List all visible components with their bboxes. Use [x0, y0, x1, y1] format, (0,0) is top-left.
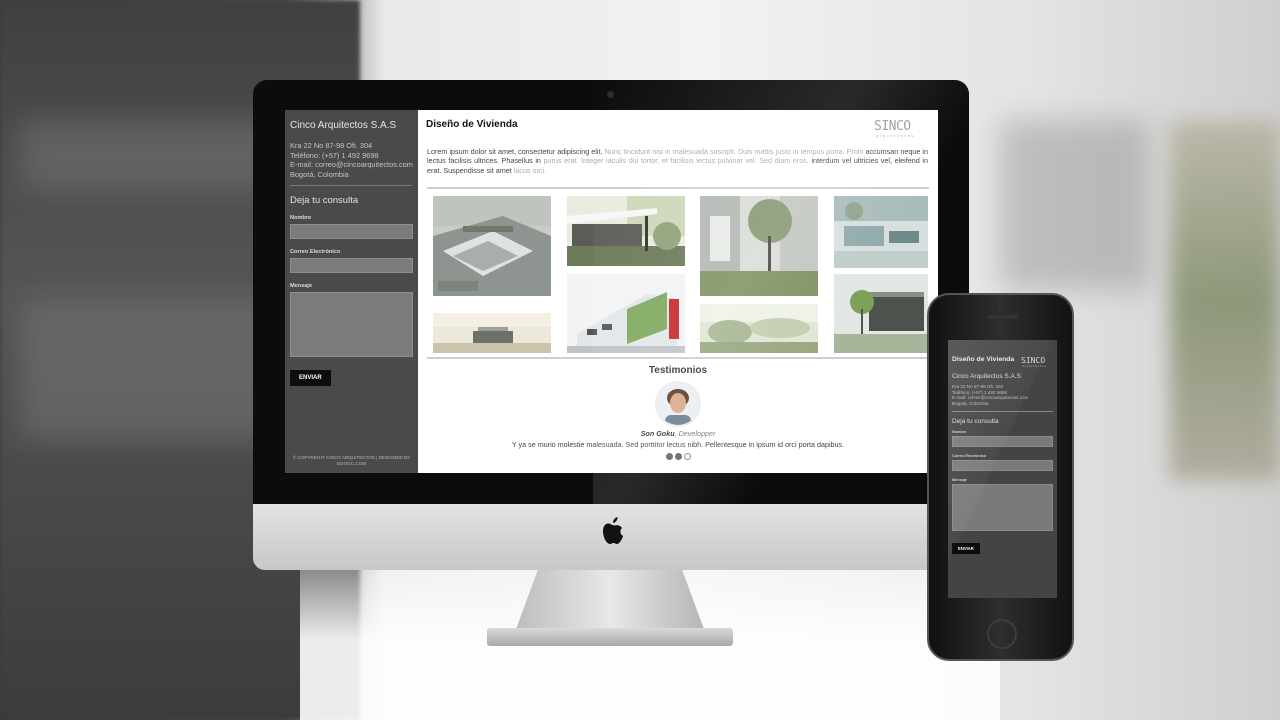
- brand-logo-subtext: arquitectos: [876, 133, 915, 138]
- main-content: Diseño de Vivienda SINCO arquitectos Lor…: [418, 110, 938, 473]
- gallery-photo-building[interactable]: [834, 274, 928, 354]
- project-gallery: [427, 194, 929, 354]
- name-field[interactable]: [290, 224, 413, 240]
- company-name: Cinco Arquitectos S.A.S: [290, 120, 397, 131]
- gallery-photo-house-canopy[interactable]: [567, 196, 685, 267]
- mobile-message-label: Mensaje: [952, 478, 967, 483]
- gallery-photo-interior[interactable]: [834, 196, 928, 269]
- brand-logo[interactable]: SINCO arquitectos: [874, 117, 928, 139]
- testimonial-avatar: [655, 381, 701, 428]
- mobile-submit-button[interactable]: ENVIAR: [952, 543, 980, 555]
- divider: [952, 411, 1053, 413]
- monitor-chin: [253, 504, 969, 570]
- contact-address: Kra 22 No 87-98 Ofi. 304: [290, 141, 373, 150]
- contact-phone: Teléfono: (+57) 1 492 9698: [290, 150, 379, 160]
- desktop-mockup: Cinco Arquitectos S.A.S Kra 22 No 87-98 …: [253, 80, 969, 570]
- description-paragraph: Lorem ipsum dolor sit amet, consectetur …: [427, 147, 928, 175]
- gallery-photo-landscape[interactable]: [700, 304, 818, 354]
- submit-button[interactable]: ENVIAR: [290, 370, 331, 387]
- mobile-brand-logo-text: SINCO: [1021, 356, 1045, 365]
- monitor-stand: [515, 570, 705, 632]
- carousel-dots: [427, 453, 929, 461]
- form-heading: Deja tu consulta: [290, 195, 359, 207]
- name-label: Nombre: [290, 215, 312, 222]
- divider: [290, 185, 412, 187]
- camera-icon: [607, 91, 614, 98]
- gallery-photo-panorama[interactable]: [433, 313, 551, 354]
- mobile-email-label: Correo Electrónico: [952, 454, 987, 459]
- phone-mockup: Diseño de Vivienda SINCO arquitectos Cin…: [927, 293, 1074, 661]
- mobile-company-name: Cinco Arquitectos S.A.S: [952, 373, 1022, 380]
- message-field[interactable]: [290, 292, 413, 358]
- testimonial-quote: Y ya se murio molestie malesuada. Sed po…: [511, 440, 845, 450]
- home-button[interactable]: [987, 619, 1017, 649]
- mobile-form-heading: Deja tu consulta: [952, 418, 999, 426]
- desktop-website-screen: Cinco Arquitectos S.A.S Kra 22 No 87-98 …: [285, 110, 938, 473]
- gallery-photo-facade[interactable]: [567, 274, 685, 354]
- mobile-contact-city: Bogotá, Colombia: [952, 400, 989, 406]
- mobile-message-field[interactable]: [952, 484, 1053, 532]
- gallery-photo-courtyard[interactable]: [700, 196, 818, 297]
- background-blur-block: [1000, 120, 1150, 290]
- divider: [427, 357, 929, 360]
- email-field[interactable]: [290, 258, 413, 274]
- speaker-grille: [987, 315, 1018, 319]
- copyright-footer: © COPYRIGHT CINCO ARQUITECTOS | DESIGNED…: [292, 455, 411, 466]
- email-label: Correo Electrónico: [290, 249, 341, 256]
- message-label: Mensaje: [290, 283, 313, 290]
- mobile-website-screen: Diseño de Vivienda SINCO arquitectos Cin…: [948, 340, 1057, 598]
- carousel-dot[interactable]: [683, 453, 691, 461]
- gallery-photo-aerial[interactable]: [433, 196, 551, 297]
- mobile-name-label: Nombre: [952, 430, 967, 435]
- contact-city: Bogotá, Colombia: [290, 169, 349, 179]
- monitor-foot: [487, 628, 733, 646]
- person-icon: [657, 383, 699, 426]
- sidebar: Cinco Arquitectos S.A.S Kra 22 No 87-98 …: [285, 110, 418, 473]
- mobile-email-field[interactable]: [952, 460, 1053, 472]
- apple-icon: [603, 517, 623, 544]
- monitor-bezel: Cinco Arquitectos S.A.S Kra 22 No 87-98 …: [253, 80, 969, 504]
- carousel-dot[interactable]: [674, 453, 682, 461]
- camera-icon: [998, 304, 1003, 309]
- carousel-dot[interactable]: [665, 453, 673, 461]
- testimonial-author: Son Goku, Developper: [640, 429, 716, 439]
- background-blur-photo: [1170, 120, 1280, 480]
- mobile-brand-logo-subtext: arquitectos: [1022, 364, 1047, 368]
- contact-email[interactable]: E-mail: correo@cincoarquitectos.com: [290, 160, 413, 170]
- mobile-brand-logo[interactable]: SINCO arquitectos: [1021, 354, 1051, 368]
- testimonials-heading: Testimonios: [648, 365, 708, 377]
- mobile-name-field[interactable]: [952, 436, 1053, 448]
- page-title: Diseño de Vivienda: [426, 119, 518, 130]
- divider: [427, 187, 929, 190]
- brand-logo-text: SINCO: [874, 119, 911, 134]
